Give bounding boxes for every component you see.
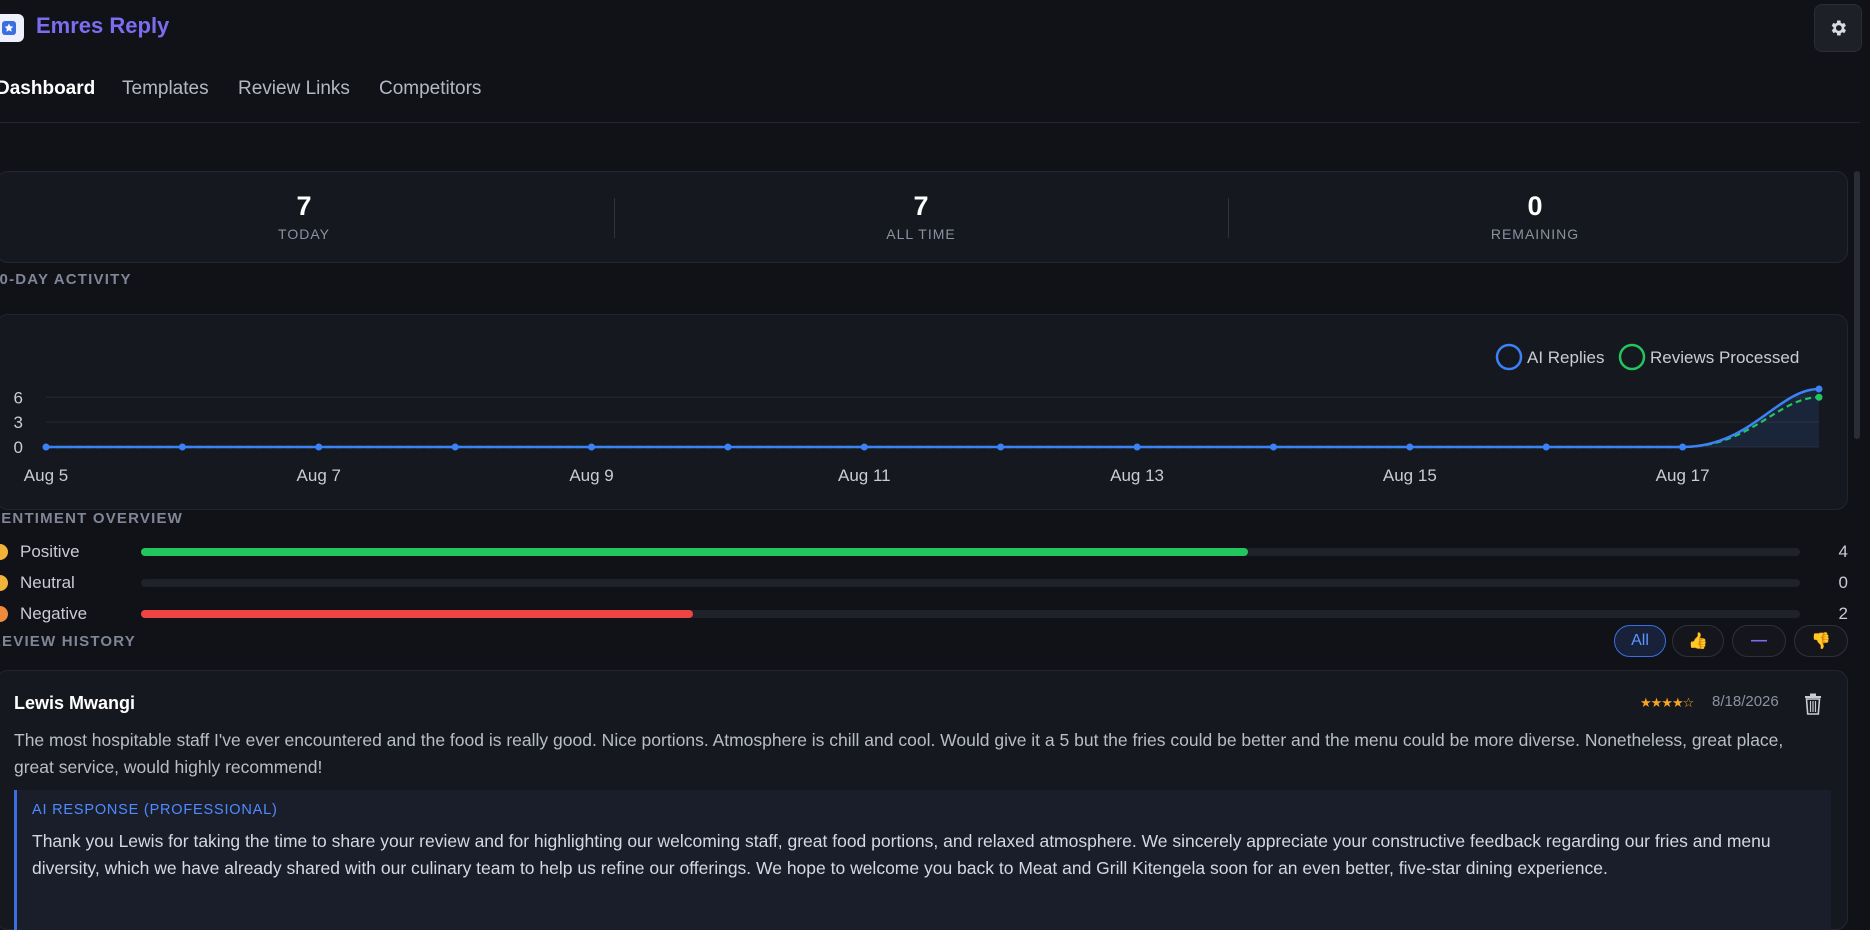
tab-templates[interactable]: Templates (122, 78, 209, 100)
legend-label: Reviews Processed (1650, 348, 1799, 367)
smile-emoji-icon (0, 544, 8, 560)
sentiment-count: 0 (1838, 573, 1848, 592)
delete-review-button[interactable] (1803, 693, 1823, 715)
x-tick-label: Aug 13 (1110, 466, 1164, 485)
filter-neutral-button[interactable]: — (1732, 625, 1786, 657)
thumbs-up-icon: 👍 (1688, 633, 1708, 650)
stat-value: 0 (1527, 191, 1543, 221)
sentiment-bar-track (141, 579, 1800, 587)
nav-divider (0, 122, 1860, 123)
ai-response-box: AI RESPONSE (PROFESSIONAL) Thank you Lew… (14, 790, 1831, 930)
legend-label: AI Replies (1527, 348, 1604, 367)
settings-button[interactable] (1814, 4, 1862, 52)
ai-replies-point (1406, 443, 1414, 451)
stat-label: ALL TIME (886, 226, 956, 242)
sentiment-bar-track (141, 548, 1800, 556)
frown-emoji-icon (0, 606, 8, 622)
sentiment-count: 2 (1838, 604, 1848, 623)
ai-replies-point (42, 443, 50, 451)
sentiment-bar-track (141, 610, 1800, 618)
x-tick-label: Aug 7 (297, 466, 341, 485)
activity-section-label: 30-DAY ACTIVITY (0, 271, 132, 288)
tab-dashboard[interactable]: Dashboard (0, 78, 95, 100)
filter-negative-button[interactable]: 👎 (1794, 625, 1848, 657)
filter-positive-button[interactable]: 👍 (1672, 625, 1724, 657)
app-header: Emres Reply (0, 0, 1870, 56)
sentiment-bar-fill (141, 548, 1248, 556)
x-tick-label: Aug 15 (1383, 466, 1437, 485)
y-tick-label: 3 (14, 413, 23, 432)
stats-card: 7 TODAY 7 ALL TIME 0 REMAINING (0, 171, 1848, 263)
ai-replies-point (1815, 385, 1823, 393)
tab-review-links[interactable]: Review Links (238, 78, 350, 100)
stat-remaining: 0 REMAINING (1228, 190, 1842, 242)
ai-replies-point (1679, 443, 1687, 451)
review-card: Lewis Mwangi ★★★★☆ 8/18/2026 The most ho… (0, 670, 1848, 930)
sentiment-label: Positive (20, 542, 80, 561)
sentiment-row-negative: Negative 2 (0, 603, 1848, 627)
ai-replies-point (451, 443, 459, 451)
app-title: Emres Reply (36, 13, 170, 38)
ai-replies-point (1542, 443, 1550, 451)
star-rating: ★★★★☆ (1640, 695, 1694, 710)
activity-chart: 0 3 6 Aug 5 Aug 7 Aug 9 Aug 11 Aug 13 Aug 15 Aug … (14, 343, 1823, 485)
legend-swatch-icon (1495, 343, 1523, 371)
ai-replies-point (1269, 443, 1277, 451)
trash-icon (1805, 693, 1821, 715)
x-tick-label: Aug 17 (1656, 466, 1710, 485)
sentiment-row-positive: Positive 4 (0, 541, 1848, 565)
review-text: The most hospitable staff I've ever enco… (14, 730, 1784, 777)
sentiment-label: Negative (20, 604, 88, 623)
ai-replies-point (588, 443, 596, 451)
ai-replies-point (315, 443, 323, 451)
y-tick-label: 0 (14, 438, 23, 457)
x-tick-label: Aug 5 (24, 466, 68, 485)
main-nav: Dashboard Templates Review Links Competi… (0, 78, 1860, 108)
reviews-processed-point (1815, 393, 1823, 401)
star-badge-icon (0, 14, 24, 42)
sentiment-section-label: SENTIMENT OVERVIEW (0, 510, 184, 527)
ai-replies-point (860, 443, 868, 451)
stat-label: REMAINING (1490, 226, 1580, 242)
stat-today: 7 TODAY (0, 190, 611, 242)
ai-replies-point (1133, 443, 1141, 451)
gear-icon (1831, 20, 1846, 36)
sentiment-row-neutral: Neutral 0 (0, 572, 1848, 596)
dash-icon: — (1751, 632, 1767, 649)
activity-chart-card: 0 3 6 Aug 5 Aug 7 Aug 9 Aug 11 Aug 13 Aug 15 Aug … (0, 314, 1848, 510)
ai-response-text: Thank you Lewis for taking the time to s… (32, 831, 1771, 878)
sentiment-count: 4 (1838, 542, 1848, 561)
tab-competitors[interactable]: Competitors (379, 78, 481, 100)
stat-value: 7 (913, 191, 929, 221)
neutral-emoji-icon (0, 575, 8, 591)
x-tick-label: Aug 9 (569, 466, 613, 485)
history-section-label: REVIEW HISTORY (0, 633, 136, 650)
ai-replies-point (178, 443, 186, 451)
sentiment-bar-fill (141, 610, 694, 618)
stat-all-time: 7 ALL TIME (614, 190, 1228, 242)
filter-all-button[interactable]: All (1614, 625, 1666, 657)
stat-label: TODAY (278, 226, 330, 242)
ai-replies-point (997, 443, 1005, 451)
thumbs-down-icon: 👎 (1811, 633, 1831, 650)
y-tick-label: 6 (14, 388, 23, 407)
legend-swatch-icon (1618, 343, 1646, 371)
x-tick-label: Aug 11 (838, 466, 891, 485)
reviewer-name: Lewis Mwangi (14, 693, 136, 713)
ai-replies-point (724, 443, 732, 451)
ai-response-label: AI RESPONSE (PROFESSIONAL) (32, 802, 278, 818)
review-date: 8/18/2026 (1712, 693, 1779, 710)
sentiment-label: Neutral (20, 573, 75, 592)
stat-value: 7 (296, 191, 312, 221)
scrollbar[interactable] (1854, 171, 1860, 439)
